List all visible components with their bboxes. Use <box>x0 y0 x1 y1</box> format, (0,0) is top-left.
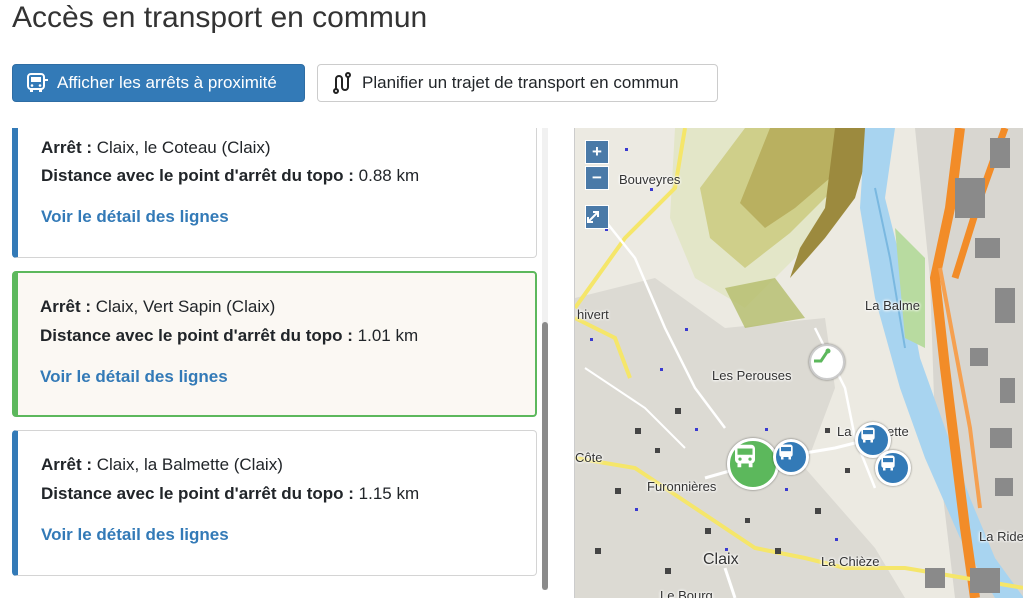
stop-name-line: Arrêt : Claix, la Balmette (Claix) <box>41 455 283 474</box>
map-background <box>575 128 1023 598</box>
bus-icon <box>735 444 755 468</box>
map-label-bouveyres: Bouveyres <box>619 172 681 187</box>
stop-distance: 1.15 km <box>358 484 420 503</box>
stop-lines-link[interactable]: Voir le détail des lignes <box>41 206 536 228</box>
map-label-furonnieres: Furonnières <box>647 479 717 494</box>
page-title: Accès en transport en commun <box>12 1 428 34</box>
topo-point-marker[interactable] <box>809 344 845 380</box>
map-label-la-ride: La Ride <box>979 529 1023 544</box>
stop-name-line: Arrêt : Claix, Vert Sapin (Claix) <box>40 297 276 316</box>
stop-marker[interactable] <box>875 450 911 486</box>
map-label-claix: Claix <box>703 551 739 568</box>
map-label-cote: Côte <box>575 450 603 465</box>
bus-icon <box>779 444 793 460</box>
stop-distance-line: Distance avec le point d'arrêt du topo :… <box>41 484 420 503</box>
plan-route-label: Planifier un trajet de transport en comm… <box>362 73 679 92</box>
zoom-in-button[interactable]: + <box>585 140 609 164</box>
zoom-out-button[interactable]: − <box>585 166 609 190</box>
fullscreen-button[interactable] <box>585 205 609 229</box>
bus-icon <box>27 73 48 92</box>
stop-list[interactable]: Arrêt : Claix, le Coteau (Claix) Distanc… <box>12 128 537 590</box>
map-label-chivert: hivert <box>577 307 609 322</box>
map-view[interactable]: + − Bouveyres La Balme hivert Les Perous… <box>574 128 1023 598</box>
list-scrollbar-thumb[interactable] <box>542 322 548 590</box>
map-label-la-balme: La Balme <box>865 298 920 313</box>
stop-card: Arrêt : Claix, le Coteau (Claix) Distanc… <box>12 128 537 258</box>
selected-stop-marker[interactable] <box>727 438 779 490</box>
stop-name: Claix, la Balmette (Claix) <box>96 455 283 474</box>
show-nearby-stops-button[interactable]: Afficher les arrêts à proximité <box>12 64 305 102</box>
stop-distance-line: Distance avec le point d'arrêt du topo :… <box>40 326 419 345</box>
stop-distance-line: Distance avec le point d'arrêt du topo :… <box>41 166 420 185</box>
stop-lines-link[interactable]: Voir le détail des lignes <box>41 524 536 546</box>
map-label-la-chieze: La Chièze <box>821 554 880 569</box>
stop-distance: 0.88 km <box>358 166 420 185</box>
stop-name-line: Arrêt : Claix, le Coteau (Claix) <box>41 138 271 157</box>
expand-icon <box>587 211 599 223</box>
stop-card: Arrêt : Claix, la Balmette (Claix) Dista… <box>12 430 537 576</box>
route-icon <box>333 72 351 94</box>
stop-name: Claix, Vert Sapin (Claix) <box>95 297 276 316</box>
climbing-icon <box>814 348 831 363</box>
map-label-la-balmette: La <box>837 424 852 439</box>
bus-icon <box>881 455 895 471</box>
bus-icon <box>861 427 875 443</box>
map-label-le-bourg: Le Bourg <box>660 588 713 598</box>
stop-distance: 1.01 km <box>357 326 419 345</box>
stop-marker[interactable] <box>773 439 809 475</box>
plan-route-button[interactable]: Planifier un trajet de transport en comm… <box>317 64 718 102</box>
stop-card-selected: Arrêt : Claix, Vert Sapin (Claix) Distan… <box>12 271 537 417</box>
map-label-les-perouses: Les Perouses <box>712 368 792 383</box>
stop-lines-link[interactable]: Voir le détail des lignes <box>40 366 535 388</box>
show-nearby-stops-label: Afficher les arrêts à proximité <box>57 73 277 92</box>
stop-name: Claix, le Coteau (Claix) <box>96 138 271 157</box>
